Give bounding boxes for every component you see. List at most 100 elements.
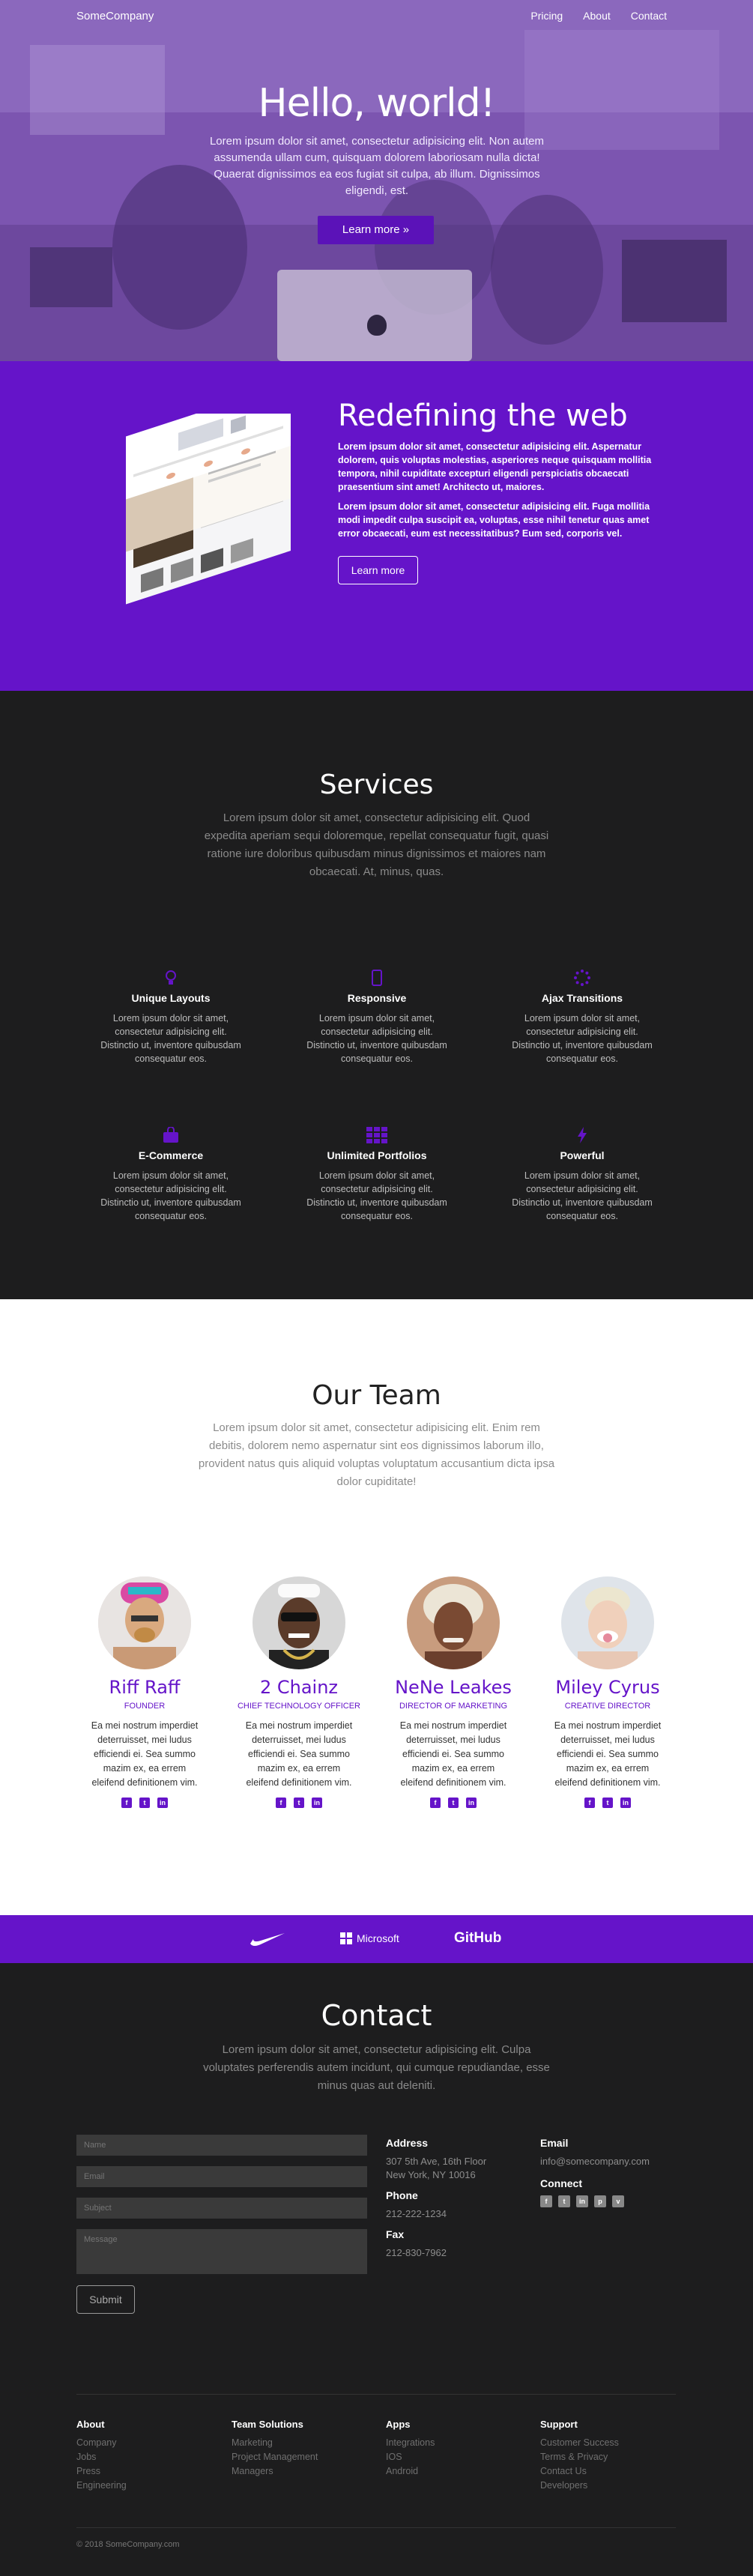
grid-icon	[366, 1127, 387, 1143]
phone-value: 212-222-1234	[386, 2208, 447, 2219]
linkedin-icon[interactable]: in	[466, 1798, 477, 1808]
email-value[interactable]: info@somecompany.com	[540, 2155, 650, 2168]
nav-link-contact[interactable]: Contact	[631, 10, 667, 22]
service-title: E-Commerce	[138, 1149, 204, 1161]
redefining-learn-more-button[interactable]: Learn more	[338, 556, 418, 584]
twitter-icon[interactable]: t	[139, 1798, 150, 1808]
service-card: Responsive Lorem ipsum dolor sit amet, c…	[302, 968, 452, 1065]
service-text: Lorem ipsum dolor sit amet, consectetur …	[306, 1013, 447, 1064]
brands-bar: Microsoft GitHub	[0, 1915, 753, 1963]
contact-title: Contact	[321, 1999, 432, 2032]
member-bio: Ea mei nostrum imperdiet deterruisset, m…	[91, 1720, 199, 1788]
apple-logo-icon	[367, 315, 387, 336]
footer-link[interactable]: Company	[76, 2436, 127, 2450]
facebook-icon[interactable]: f	[276, 1798, 286, 1808]
twitter-icon[interactable]: t	[448, 1798, 459, 1808]
nav-links: Pricing About Contact	[530, 10, 667, 22]
footer-link[interactable]: Project Management	[232, 2450, 318, 2464]
subject-input[interactable]	[76, 2198, 367, 2219]
footer-link[interactable]: Jobs	[76, 2450, 127, 2464]
member-role: CHIEF TECHNOLOGY OFFICER	[237, 1702, 360, 1711]
github-logo: GitHub	[454, 1930, 502, 1946]
website-mockup-illustration	[126, 414, 291, 605]
service-text: Lorem ipsum dolor sit amet, consectetur …	[306, 1170, 447, 1221]
lightbulb-icon	[166, 970, 176, 985]
linkedin-icon[interactable]: in	[157, 1798, 168, 1808]
fax-label: Fax	[386, 2228, 405, 2240]
facebook-icon[interactable]: f	[540, 2195, 552, 2207]
name-input[interactable]	[76, 2135, 367, 2156]
message-textarea[interactable]	[76, 2229, 367, 2274]
microsoft-logo: Microsoft	[340, 1932, 399, 1944]
linkedin-icon[interactable]: in	[620, 1798, 631, 1808]
nav-link-pricing[interactable]: Pricing	[530, 10, 563, 22]
address-label: Address	[386, 2137, 429, 2149]
shopping-bag-icon	[163, 1127, 178, 1143]
footer-link[interactable]: Terms & Privacy	[540, 2450, 619, 2464]
copyright-text: © 2018 SomeCompany.com	[76, 2540, 180, 2549]
footer-link[interactable]: Contact Us	[540, 2464, 619, 2479]
team-lead: Lorem ipsum dolor sit amet, consectetur …	[198, 1421, 555, 1488]
avatar	[407, 1576, 500, 1669]
redefining-section: Redefining the web Lorem ipsum dolor sit…	[0, 361, 753, 691]
facebook-icon[interactable]: f	[430, 1798, 441, 1808]
email-input[interactable]	[76, 2166, 367, 2187]
service-card: E-Commerce Lorem ipsum dolor sit amet, c…	[96, 1125, 246, 1223]
facebook-icon[interactable]: f	[584, 1798, 595, 1808]
service-text: Lorem ipsum dolor sit amet, consectetur …	[100, 1170, 241, 1221]
footer-divider	[76, 2527, 676, 2528]
nike-logo	[250, 1933, 285, 1946]
footer-link[interactable]: Managers	[232, 2464, 318, 2479]
service-title: Unique Layouts	[131, 992, 211, 1004]
pinterest-icon[interactable]: p	[594, 2195, 606, 2207]
microsoft-windows-icon	[340, 1932, 352, 1944]
avatar	[561, 1576, 654, 1669]
footer-link[interactable]: Engineering	[76, 2479, 127, 2493]
services-lead: Lorem ipsum dolor sit amet, consectetur …	[204, 811, 549, 878]
services-title: Services	[319, 770, 434, 800]
hero-learn-more-button[interactable]: Learn more »	[318, 216, 434, 244]
footer-link[interactable]: Customer Success	[540, 2436, 619, 2450]
service-title: Unlimited Portfolios	[327, 1149, 427, 1161]
footer-column-title: Support	[540, 2419, 578, 2430]
address-line-2: New York, NY 10016	[386, 2169, 476, 2180]
microsoft-wordmark: Microsoft	[357, 1932, 399, 1944]
brand-logo[interactable]: SomeCompany	[76, 10, 154, 22]
footer-link[interactable]: Android	[386, 2464, 435, 2479]
footer-column-title: Team Solutions	[232, 2419, 303, 2430]
footer-link[interactable]: IOS	[386, 2450, 435, 2464]
twitter-icon[interactable]: t	[294, 1798, 304, 1808]
service-text: Lorem ipsum dolor sit amet, consectetur …	[512, 1013, 653, 1064]
bolt-icon	[578, 1127, 587, 1143]
twitter-icon[interactable]: t	[558, 2195, 570, 2207]
footer-link[interactable]: Press	[76, 2464, 127, 2479]
service-card: Ajax Transitions Lorem ipsum dolor sit a…	[507, 968, 657, 1065]
service-text: Lorem ipsum dolor sit amet, consectetur …	[100, 1013, 241, 1064]
facebook-icon[interactable]: f	[121, 1798, 132, 1808]
footer-link[interactable]: Integrations	[386, 2436, 435, 2450]
contact-section: Contact Lorem ipsum dolor sit amet, cons…	[0, 1963, 753, 2411]
member-bio: Ea mei nostrum imperdiet deterruisset, m…	[554, 1720, 662, 1788]
linkedin-icon[interactable]: in	[312, 1798, 322, 1808]
contact-divider	[76, 2394, 676, 2395]
linkedin-icon[interactable]: in	[576, 2195, 588, 2207]
hero-section: Hello, world! Lorem ipsum dolor sit amet…	[0, 0, 753, 361]
member-name: Miley Cyrus	[555, 1677, 660, 1698]
service-title: Ajax Transitions	[541, 992, 623, 1004]
twitter-icon[interactable]: t	[602, 1798, 613, 1808]
email-block: Email info@somecompany.com Connect f t i…	[540, 2137, 650, 2207]
footer-link[interactable]: Marketing	[232, 2436, 318, 2450]
services-section: Services Lorem ipsum dolor sit amet, con…	[0, 691, 753, 1299]
redefining-paragraph-1: Lorem ipsum dolor sit amet, consectetur …	[338, 441, 652, 492]
footer-link[interactable]: Developers	[540, 2479, 619, 2493]
team-title: Our Team	[312, 1380, 441, 1411]
redefining-paragraph-2: Lorem ipsum dolor sit amet, consectetur …	[338, 501, 650, 539]
nav-link-about[interactable]: About	[583, 10, 611, 22]
address-line-1: 307 5th Ave, 16th Floor	[386, 2156, 487, 2167]
member-socials: f t in	[386, 1798, 521, 1808]
service-text: Lorem ipsum dolor sit amet, consectetur …	[512, 1170, 653, 1221]
vimeo-icon[interactable]: v	[612, 2195, 624, 2207]
fax-value: 212-830-7962	[386, 2247, 447, 2258]
submit-button[interactable]: Submit	[76, 2285, 135, 2314]
member-name: Riff Raff	[109, 1677, 181, 1698]
